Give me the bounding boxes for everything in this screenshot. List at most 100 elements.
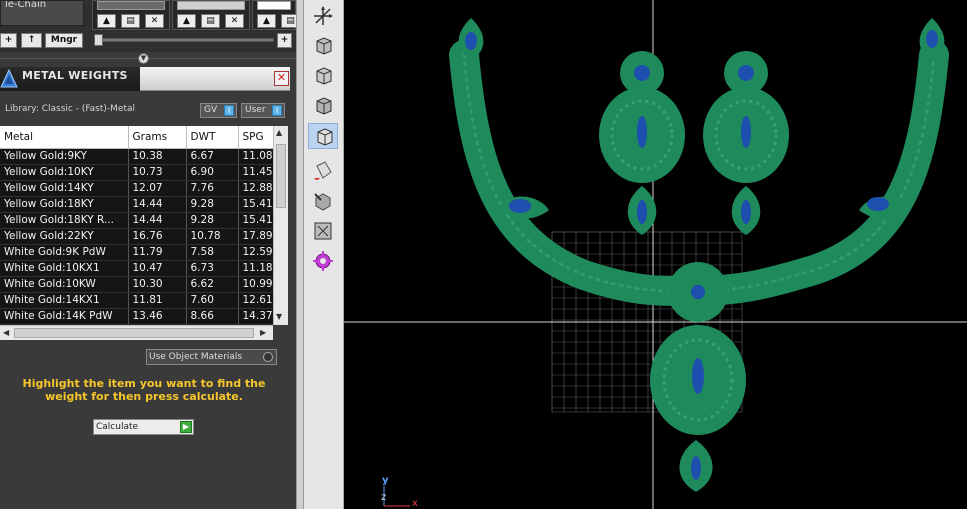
scroll-left-icon[interactable]: ◀ (3, 328, 9, 337)
size-slider-handle[interactable] (94, 34, 103, 46)
play-icon: ▶ (180, 421, 192, 433)
fit-view-icon[interactable] (308, 218, 338, 244)
table-row[interactable]: Yellow Gold:22KY 16.76 10.78 17.89 (0, 228, 279, 245)
panel-title: METAL WEIGHTS (22, 69, 128, 82)
add-button[interactable]: + (0, 33, 17, 48)
dwt-cell: 6.90 (186, 164, 239, 181)
view-cube-top-icon[interactable] (308, 33, 338, 59)
up-button[interactable]: ▲ (177, 14, 196, 28)
user-toggle-knob: I (272, 105, 282, 116)
dwt-cell: 10.78 (186, 228, 239, 245)
metal-cell: White Gold:14KX1 (0, 292, 129, 309)
view-cube-perspective-icon[interactable] (308, 123, 338, 149)
calculate-button[interactable]: Calculate ▶ (93, 419, 194, 435)
table-row[interactable]: White Gold:14K PdW 13.46 8.66 14.37 (0, 308, 279, 325)
spg-cell: 10.99 (238, 276, 279, 293)
save-icon[interactable]: ▤ (281, 14, 296, 28)
metal-table: Metal Grams DWT SPG Yellow Gold:9KY 10.38… (0, 126, 288, 325)
table-row[interactable]: Yellow Gold:9KY 10.38 6.67 11.08 (0, 148, 279, 165)
instruction-text: Highlight the item you want to find the … (22, 377, 266, 403)
use-object-materials-radio[interactable] (263, 352, 273, 362)
save-icon[interactable]: ▤ (121, 14, 140, 28)
user-toggle[interactable]: User I (241, 103, 285, 118)
column-header-metal[interactable]: Metal (0, 126, 129, 149)
column-header-spg[interactable]: SPG (238, 126, 279, 149)
scroll-down-icon[interactable]: ▼ (276, 312, 282, 321)
manager-button[interactable]: Mngr (45, 33, 83, 48)
view-cube-front-icon[interactable] (308, 63, 338, 89)
user-label: User (245, 105, 266, 115)
move-up-button[interactable]: ↑ (21, 33, 42, 48)
table-row[interactable]: White Gold:10KX1 10.47 6.73 11.18 (0, 260, 279, 277)
grams-cell: 10.47 (128, 260, 187, 277)
collapse-handle-icon[interactable]: ▼ (138, 53, 149, 64)
spg-cell: 12.88 (238, 180, 279, 197)
axis-z-label: z (381, 492, 387, 503)
delete-icon[interactable]: ✕ (145, 14, 164, 28)
scroll-right-icon[interactable]: ▶ (260, 328, 266, 337)
save-icon[interactable]: ▤ (201, 14, 220, 28)
metal-cell: Yellow Gold:18KY (0, 196, 129, 213)
gv-toggle-knob: I (224, 105, 234, 116)
panel-header: METAL WEIGHTS ✕ (0, 67, 290, 91)
size-slider[interactable] (94, 38, 274, 42)
grams-cell: 10.73 (128, 164, 187, 181)
metal-cell: Yellow Gold:22KY (0, 228, 129, 245)
column-header-grams[interactable]: Grams (128, 126, 187, 149)
delete-icon[interactable]: ✕ (225, 14, 244, 28)
calculate-label: Calculate (96, 422, 139, 432)
up-button[interactable]: ▲ (257, 14, 276, 28)
gear-settings-icon[interactable] (308, 248, 338, 274)
3d-viewport[interactable] (344, 0, 967, 509)
view-cube-side-icon[interactable] (308, 93, 338, 119)
metal-cell: Yellow Gold:18KY R... (0, 212, 129, 229)
use-object-materials-label: Use Object Materials (149, 352, 243, 362)
column-header-dwt[interactable]: DWT (186, 126, 239, 149)
dwt-cell: 9.28 (186, 196, 239, 213)
grams-cell: 13.46 (128, 308, 187, 325)
grams-cell: 14.44 (128, 212, 187, 229)
paint-bucket-icon[interactable] (308, 158, 338, 184)
library-label: Library: Classic - (Fast)-Metal (5, 104, 136, 114)
metal-weights-panel: le-Chain ▲ ▤ ✕ ▲ ▤ ✕ ▲ ▤ + ↑ Mngr + ▼ ME… (0, 0, 296, 509)
table-horizontal-scrollbar[interactable]: ◀ ▶ (0, 325, 273, 340)
table-row[interactable]: Yellow Gold:10KY 10.73 6.90 11.45 (0, 164, 279, 181)
scroll-up-icon[interactable]: ▲ (276, 128, 282, 137)
vertical-toolbar (304, 0, 344, 509)
dwt-cell: 6.67 (186, 148, 239, 165)
swatch-group-2: ▲ ▤ ✕ (172, 0, 250, 30)
chain-field[interactable]: le-Chain (0, 0, 84, 26)
table-vertical-scrollbar[interactable]: ▲ ▼ (273, 126, 288, 325)
table-row[interactable]: White Gold:9K PdW 11.79 7.58 12.59 (0, 244, 279, 261)
table-row[interactable]: White Gold:14KX1 11.81 7.60 12.61 (0, 292, 279, 309)
metal-cell: Yellow Gold:9KY (0, 148, 129, 165)
panel-tab: METAL WEIGHTS (0, 67, 140, 91)
spg-cell: 14.37 (238, 308, 279, 325)
dwt-cell: 6.62 (186, 276, 239, 293)
table-row[interactable]: White Gold:10KW 10.30 6.62 10.99 (0, 276, 279, 293)
scroll-thumb[interactable] (276, 144, 286, 208)
swatch-preview[interactable] (97, 1, 165, 10)
table-row[interactable]: Yellow Gold:18KY 14.44 9.28 15.41 (0, 196, 279, 213)
zoom-plus-button[interactable]: + (277, 33, 292, 48)
spg-cell: 15.41 (238, 212, 279, 229)
dwt-cell: 9.28 (186, 212, 239, 229)
swatch-preview[interactable] (257, 1, 291, 10)
table-row[interactable]: Yellow Gold:18KY R... 14.44 9.28 15.41 (0, 212, 279, 229)
table-row[interactable]: Yellow Gold:14KY 12.07 7.76 12.88 (0, 180, 279, 197)
render-material-icon[interactable] (308, 188, 338, 214)
scroll-thumb[interactable] (14, 328, 254, 338)
use-object-materials-option[interactable]: Use Object Materials (146, 349, 277, 365)
gv-toggle[interactable]: GV I (200, 103, 237, 118)
dwt-cell: 7.76 (186, 180, 239, 197)
up-button[interactable]: ▲ (97, 14, 116, 28)
earring-left (599, 51, 685, 235)
spg-cell: 11.18 (238, 260, 279, 277)
swatch-group-3: ▲ ▤ (252, 0, 296, 30)
grams-cell: 10.30 (128, 276, 187, 293)
close-icon[interactable]: ✕ (274, 71, 289, 86)
metal-cell: Yellow Gold:14KY (0, 180, 129, 197)
transform-axes-icon[interactable] (308, 3, 338, 29)
swatch-preview[interactable] (177, 1, 245, 10)
panel-splitter[interactable] (296, 0, 304, 509)
